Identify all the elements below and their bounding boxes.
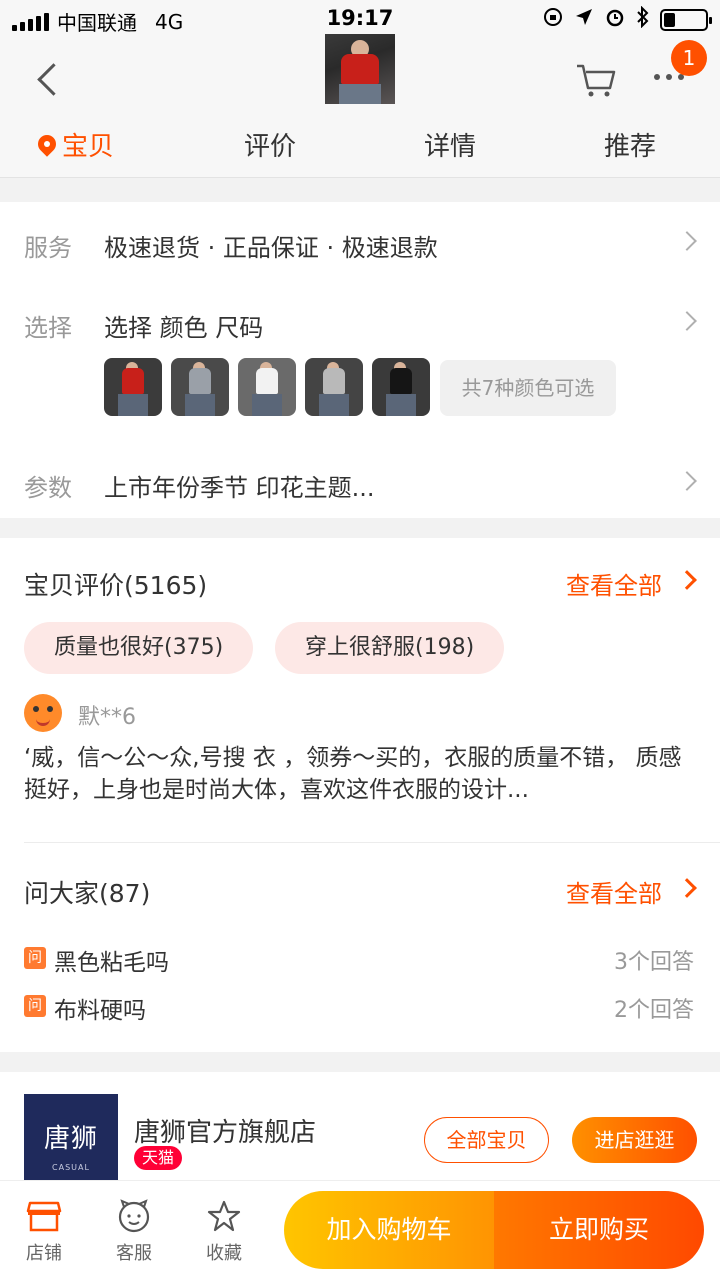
qa-title: 问大家(87)	[24, 879, 151, 908]
top-nav: 1	[0, 34, 720, 120]
store-name[interactable]: 唐狮官方旗舰店	[134, 1112, 316, 1149]
buy-now-button[interactable]: 立即购买	[494, 1191, 704, 1269]
tmall-badge: 天猫	[134, 1146, 183, 1170]
location-pin-icon	[34, 131, 60, 157]
params-value: 上市年份季节 印花主题...	[104, 474, 375, 502]
customer-service-icon	[116, 1199, 152, 1233]
shop-icon	[26, 1199, 62, 1233]
qa-view-all-link[interactable]: 查看全部	[566, 874, 662, 909]
select-value: 选择 颜色 尺码	[104, 314, 264, 342]
question-text: 布料硬吗	[54, 998, 146, 1024]
avatar	[24, 694, 62, 732]
question-text: 黑色粘毛吗	[54, 950, 169, 976]
battery-icon	[660, 8, 712, 31]
product-thumbnail[interactable]	[325, 34, 395, 104]
more-options-icon[interactable]	[654, 74, 684, 80]
all-items-button[interactable]: 全部宝贝	[424, 1117, 549, 1163]
shop-button[interactable]: 店铺	[14, 1199, 74, 1265]
bottom-bar: 店铺 客服 收藏 加入购物车 立即购买	[0, 1180, 720, 1281]
review-tag[interactable]: 穿上很舒服(198)	[275, 622, 505, 674]
review-text[interactable]: ‘威，信～公～众,号搜 衣 ，领券～买的，衣服的质量不错， 质感挺好，上身也是时…	[24, 742, 700, 806]
color-swatch[interactable]	[238, 358, 296, 416]
tab-recommend[interactable]: 推荐	[604, 126, 656, 163]
question-icon: 问	[24, 947, 46, 969]
bluetooth-icon	[636, 5, 650, 33]
service-label: 服务	[24, 234, 72, 262]
customer-service-button[interactable]: 客服	[104, 1199, 164, 1265]
reviews-view-all-link[interactable]: 查看全部	[566, 566, 662, 601]
tab-reviews[interactable]: 评价	[244, 126, 296, 163]
color-swatch[interactable]	[104, 358, 162, 416]
back-button[interactable]	[30, 60, 70, 100]
color-swatch[interactable]	[305, 358, 363, 416]
answer-count: 3个回答	[614, 950, 694, 975]
reviewer-name: 默**6	[78, 705, 136, 730]
alarm-icon	[604, 6, 626, 33]
rotation-lock-icon	[542, 6, 564, 33]
more-colors-button[interactable]: 共7种颜色可选	[440, 360, 616, 416]
add-to-cart-button[interactable]: 加入购物车	[284, 1191, 494, 1269]
select-label: 选择	[24, 314, 72, 342]
service-value: 极速退货 · 正品保证 · 极速退款	[104, 234, 438, 262]
notification-badge: 1	[671, 40, 707, 76]
divider	[24, 842, 720, 843]
tab-details[interactable]: 详情	[424, 126, 476, 163]
store-logo[interactable]: 唐狮 CASUAL	[24, 1094, 118, 1180]
tab-product[interactable]: 宝贝	[34, 126, 114, 163]
question-icon: 问	[24, 995, 46, 1017]
color-swatch[interactable]	[171, 358, 229, 416]
location-icon	[574, 7, 594, 32]
review-tag[interactable]: 质量也很好(375)	[24, 622, 254, 674]
reviews-title: 宝贝评价(5165)	[24, 571, 208, 600]
answer-count: 2个回答	[614, 998, 694, 1023]
params-label: 参数	[24, 474, 72, 502]
cart-icon[interactable]	[574, 60, 618, 100]
favorite-button[interactable]: 收藏	[194, 1199, 254, 1265]
star-icon	[206, 1199, 242, 1233]
color-swatch[interactable]	[372, 358, 430, 416]
enter-store-button[interactable]: 进店逛逛	[572, 1117, 697, 1163]
tab-bar: 宝贝 评价 详情 推荐	[0, 120, 720, 178]
purchase-buttons: 加入购物车 立即购买	[284, 1191, 704, 1269]
